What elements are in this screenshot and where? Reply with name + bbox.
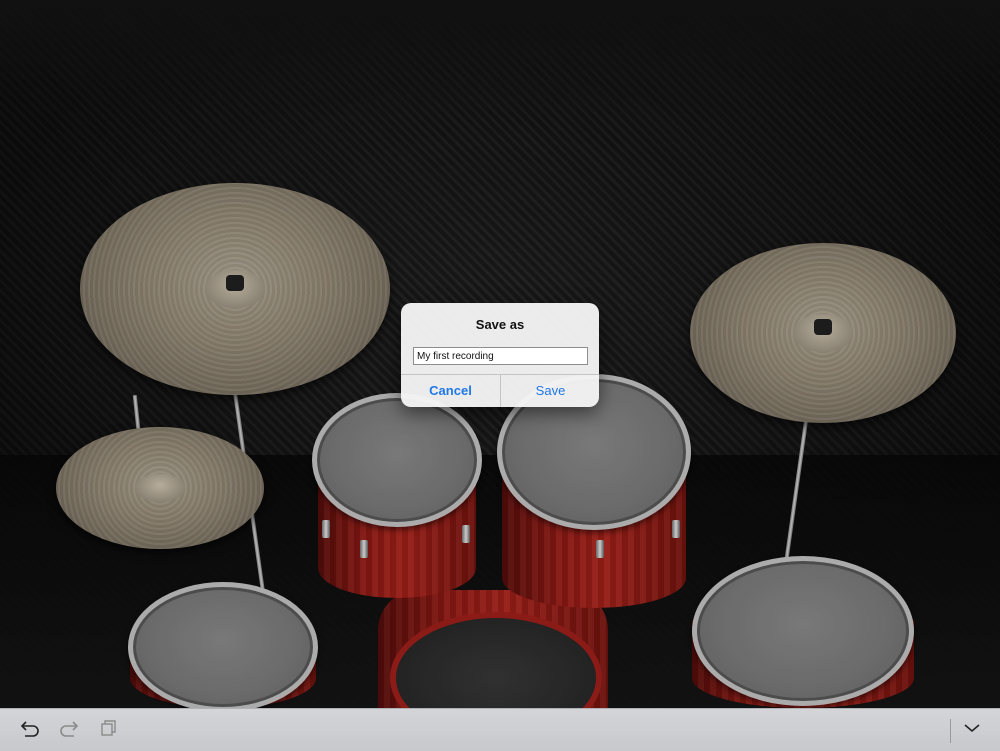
chevron-down-icon	[963, 721, 981, 739]
redo-button[interactable]	[55, 717, 83, 743]
copy-button[interactable]	[94, 717, 122, 743]
save-as-dialog: Save as Cancel Save	[401, 303, 599, 407]
recording-name-input[interactable]	[413, 347, 588, 365]
hide-toolbar-button[interactable]	[958, 717, 986, 743]
redo-icon	[59, 719, 79, 742]
bottom-toolbar	[0, 708, 1000, 751]
undo-icon	[20, 719, 40, 742]
toolbar-divider	[950, 719, 951, 743]
dialog-title: Save as	[475, 317, 525, 332]
save-button[interactable]: Save	[501, 375, 599, 407]
undo-button[interactable]	[16, 717, 44, 743]
copy-icon	[99, 719, 117, 742]
cancel-button[interactable]: Cancel	[401, 375, 500, 407]
